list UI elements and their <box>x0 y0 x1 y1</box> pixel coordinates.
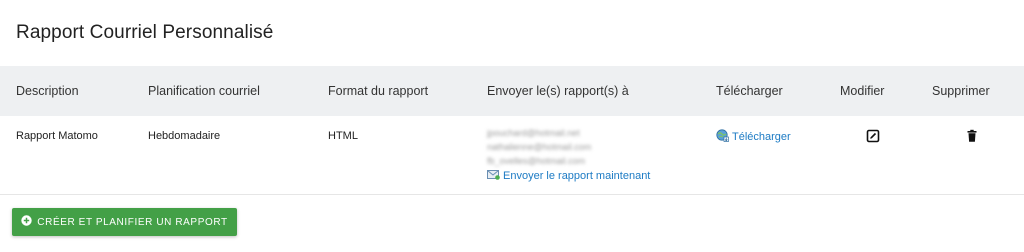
create-report-button[interactable]: CRÉER ET PLANIFIER UN RAPPORT <box>12 208 237 236</box>
send-now-link[interactable]: Envoyer le rapport maintenant <box>487 169 650 183</box>
cell-format: HTML <box>328 130 358 142</box>
edit-icon[interactable] <box>866 129 880 143</box>
cell-schedule: Hebdomadaire <box>148 130 221 142</box>
header-download: Télécharger <box>716 84 783 98</box>
page-title: Rapport Courriel Personnalisé <box>16 22 274 43</box>
trash-icon[interactable] <box>965 129 979 143</box>
header-delete: Supprimer <box>932 84 990 98</box>
create-report-label: CRÉER ET PLANIFIER UN RAPPORT <box>37 216 228 228</box>
envelope-icon <box>487 169 500 183</box>
table-row: Rapport Matomo Hebdomadaire HTML jpoucha… <box>0 116 1024 195</box>
recipient-email: fb_ovelles@hotmail.com <box>487 156 586 166</box>
header-description: Description <box>16 84 79 98</box>
download-link[interactable]: Télécharger <box>716 129 791 145</box>
globe-download-icon <box>716 129 729 145</box>
recipient-email: jpouchard@hotmail.net <box>487 128 580 138</box>
plus-circle-icon <box>21 215 32 229</box>
header-edit: Modifier <box>840 84 885 98</box>
download-label: Télécharger <box>732 131 791 143</box>
header-format: Format du rapport <box>328 84 429 98</box>
cell-description: Rapport Matomo <box>16 130 98 142</box>
recipient-email: nathalienne@hotmail.com <box>487 142 592 152</box>
table-header: Description Planification courriel Forma… <box>0 66 1024 116</box>
send-now-label: Envoyer le rapport maintenant <box>503 170 651 182</box>
header-schedule: Planification courriel <box>148 84 260 98</box>
header-send-to: Envoyer le(s) rapport(s) à <box>487 84 629 98</box>
report-card: Rapport Courriel Personnalisé Descriptio… <box>0 0 1024 252</box>
